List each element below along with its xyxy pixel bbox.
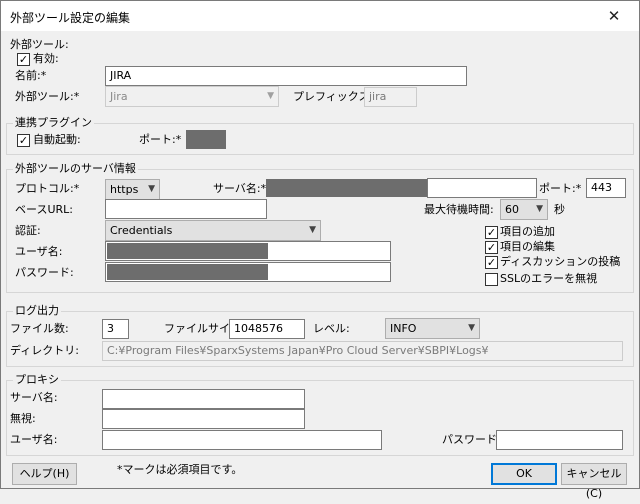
log-dir-input: C:¥Program Files¥SparxSystems Japan¥Pro … — [102, 341, 623, 361]
autostart-checkbox[interactable]: ✓ — [17, 134, 30, 147]
checkmark-icon: ✓ — [486, 241, 497, 254]
server-port-input[interactable]: 443 — [586, 178, 626, 198]
proxy-password-input[interactable] — [496, 430, 623, 450]
user-input[interactable] — [105, 241, 391, 261]
proxy-group-title: プロキシ — [13, 373, 61, 387]
chevron-down-icon: ▼ — [536, 204, 543, 214]
wait-unit-label: 秒 — [554, 203, 565, 216]
auth-select[interactable]: Credentials ▼ — [105, 220, 321, 241]
baseurl-input[interactable] — [105, 199, 267, 219]
log-dir-label: ディレクトリ: — [10, 344, 79, 357]
name-input[interactable]: JIRA — [105, 66, 467, 86]
server-name-label: サーバ名:* — [213, 182, 267, 195]
user-input-mask — [107, 243, 268, 259]
chevron-down-icon: ▼ — [468, 323, 475, 333]
server-name-mask — [266, 179, 427, 197]
password-input[interactable] — [105, 262, 391, 282]
proxy-server-input[interactable] — [102, 389, 305, 409]
proxy-user-input[interactable] — [102, 430, 382, 450]
protocol-label: プロトコル:* — [15, 182, 80, 195]
baseurl-label: ベースURL: — [15, 203, 73, 216]
log-level-label: レベル: — [313, 322, 350, 335]
checkmark-icon: ✓ — [18, 53, 29, 66]
log-level-select[interactable]: INFO ▼ — [385, 318, 480, 339]
ok-button[interactable]: OK — [491, 463, 557, 485]
add-item-label: 項目の追加 — [500, 225, 555, 238]
checkmark-icon: ✓ — [486, 256, 497, 269]
dialog-window: 外部ツール設定の編集 ✕ 外部ツール: ✓ 有効: 名前:* JIRA 外部ツー… — [0, 0, 640, 500]
proxy-ignore-label: 無視: — [10, 412, 36, 425]
plugin-port-input[interactable] — [186, 130, 226, 149]
ignore-ssl-label: SSLのエラーを無視 — [500, 272, 598, 285]
plugin-port-label: ポート:* — [139, 133, 182, 146]
tool-label: 外部ツール:* — [15, 90, 80, 103]
user-label: ユーザ名: — [15, 245, 63, 258]
chevron-down-icon: ▼ — [148, 184, 155, 194]
ignore-ssl-checkbox[interactable] — [485, 273, 498, 286]
log-files-input[interactable]: 3 — [102, 319, 129, 339]
wait-select-value: 60 — [505, 203, 519, 216]
enabled-label: 有効: — [33, 52, 59, 65]
log-group-title: ログ出力 — [13, 304, 61, 318]
password-label: パスワード: — [15, 266, 74, 279]
required-note: *マークは必須項目です。 — [117, 463, 243, 476]
tool-select-value: Jira — [110, 90, 128, 103]
chevron-down-icon: ▼ — [267, 91, 274, 101]
edit-item-label: 項目の編集 — [500, 240, 555, 253]
checkmark-icon: ✓ — [486, 226, 497, 239]
protocol-select-value: https — [110, 183, 139, 196]
proxy-user-label: ユーザ名: — [10, 433, 58, 446]
password-input-mask — [107, 264, 268, 280]
checkmark-icon: ✓ — [18, 134, 29, 147]
enabled-checkbox[interactable]: ✓ — [17, 53, 30, 66]
plugin-group — [6, 123, 634, 155]
prefix-input: jira — [364, 87, 417, 107]
server-port-label: ポート:* — [539, 182, 582, 195]
protocol-select[interactable]: https ▼ — [105, 179, 160, 200]
proxy-server-label: サーバ名: — [10, 391, 58, 404]
external-tool-section-label: 外部ツール: — [10, 38, 69, 51]
log-files-label: ファイル数: — [10, 322, 69, 335]
help-button[interactable]: ヘルプ(H) — [12, 463, 77, 485]
auth-label: 認証: — [15, 224, 41, 237]
dialog-title: 外部ツール設定の編集 — [10, 11, 131, 25]
wait-label: 最大待機時間: — [424, 203, 494, 216]
add-item-checkbox[interactable]: ✓ — [485, 226, 498, 239]
post-discussion-label: ディスカッションの投稿 — [500, 255, 621, 268]
title-bar: 外部ツール設定の編集 ✕ — [1, 1, 639, 31]
plugin-group-title: 連携プラグイン — [13, 116, 94, 130]
server-name-input[interactable] — [427, 178, 537, 198]
chevron-down-icon: ▼ — [309, 225, 316, 235]
close-icon[interactable]: ✕ — [599, 5, 629, 27]
proxy-password-label: パスワード: — [442, 433, 501, 446]
name-label: 名前:* — [15, 69, 47, 82]
wait-select[interactable]: 60 ▼ — [500, 199, 548, 220]
cancel-button[interactable]: キャンセル(C) — [561, 463, 627, 500]
log-filesize-input[interactable]: 1048576 — [229, 319, 305, 339]
post-discussion-checkbox[interactable]: ✓ — [485, 256, 498, 269]
auth-select-value: Credentials — [110, 224, 173, 237]
tool-select: Jira ▼ — [105, 86, 279, 107]
proxy-ignore-input[interactable] — [102, 409, 305, 429]
log-level-value: INFO — [390, 322, 417, 335]
edit-item-checkbox[interactable]: ✓ — [485, 241, 498, 254]
autostart-label: 自動起動: — [33, 133, 81, 146]
server-group-title: 外部ツールのサーバ情報 — [13, 162, 138, 176]
